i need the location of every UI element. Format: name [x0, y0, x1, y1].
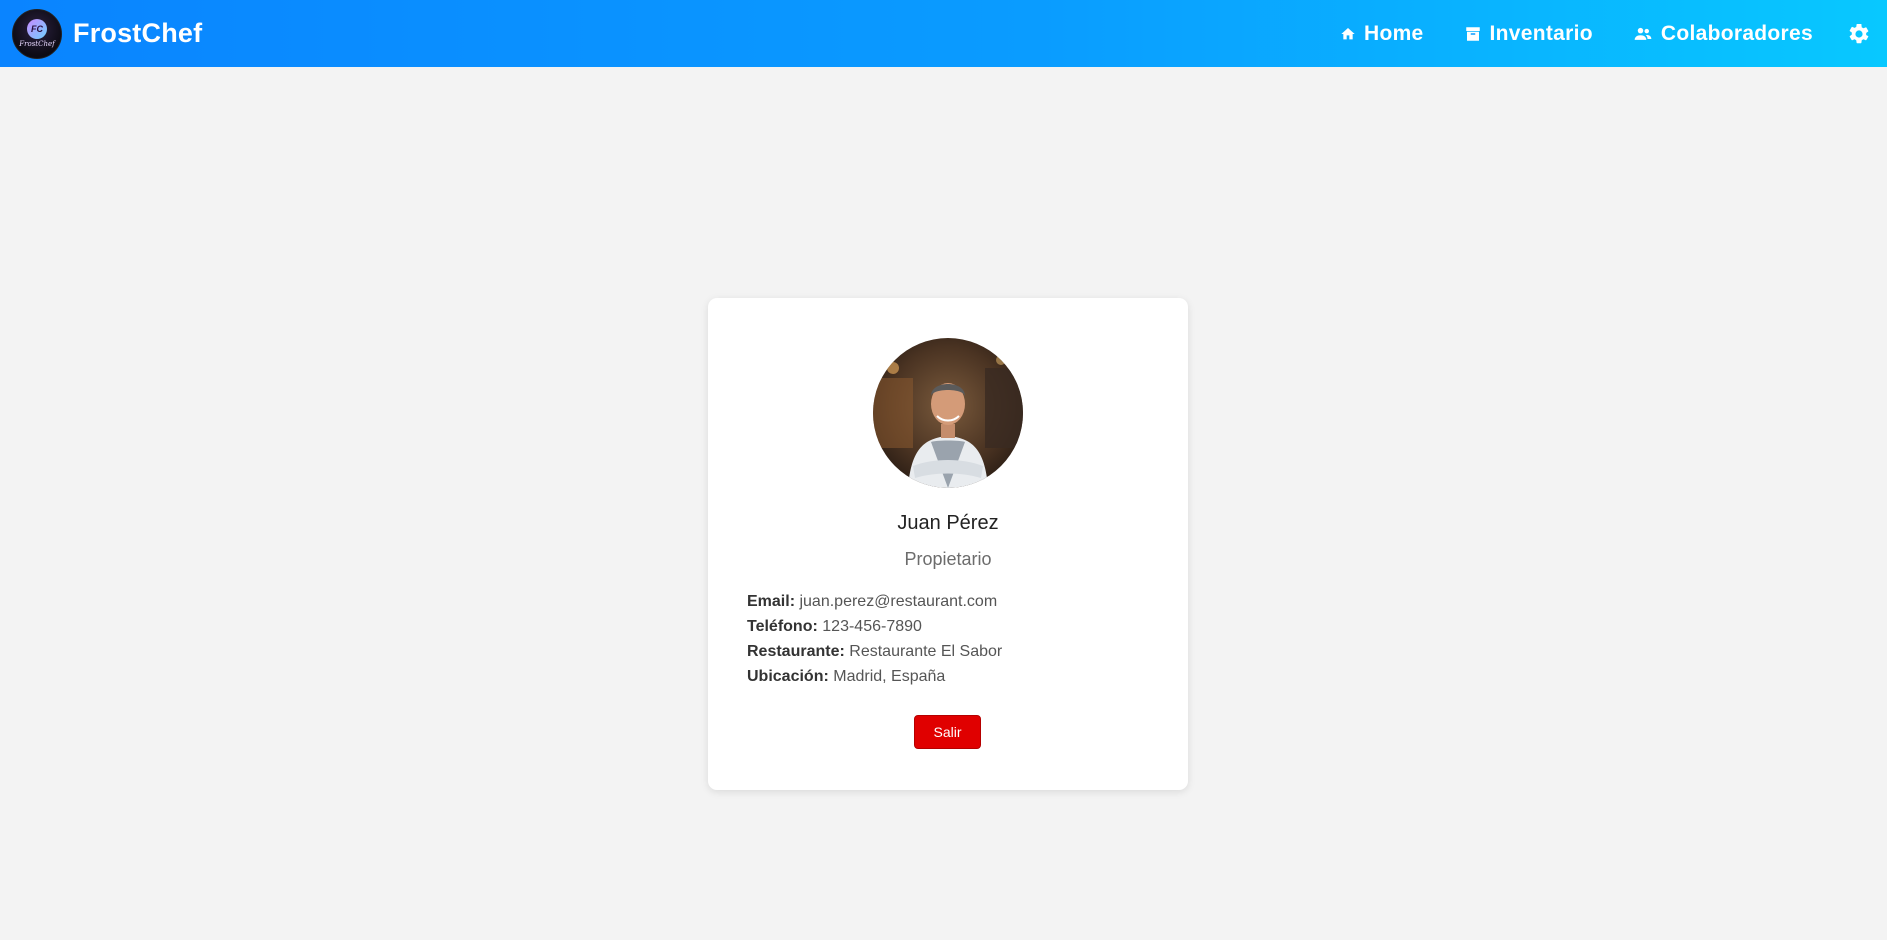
- chef-portrait-image: [873, 338, 1023, 488]
- frostchef-logo[interactable]: FC FrostChef: [12, 8, 62, 59]
- brand[interactable]: FC FrostChef FrostChef: [12, 8, 202, 59]
- profile-card: Juan Pérez Propietario Email: juan.perez…: [708, 298, 1188, 790]
- detail-phone-label: Teléfono:: [747, 618, 818, 635]
- archive-icon: [1465, 26, 1480, 41]
- profile-name: Juan Pérez: [897, 512, 999, 534]
- nav-home-link[interactable]: Home: [1340, 22, 1424, 46]
- detail-email-value: juan.perez@restaurant.com: [799, 593, 998, 610]
- detail-restaurant-value: Restaurante El Sabor: [849, 643, 1003, 660]
- home-icon: [1341, 27, 1355, 39]
- profile-details: Email: juan.perez@restaurant.com Teléfon…: [747, 589, 1002, 689]
- nav-links: Home Inventario Colaboradores: [1340, 0, 1887, 67]
- nav-inventario-link[interactable]: Inventario: [1464, 22, 1593, 46]
- detail-location: Ubicación: Madrid, España: [747, 664, 1002, 689]
- profile-role: Propietario: [904, 549, 992, 569]
- detail-phone: Teléfono: 123-456-7890: [747, 614, 1002, 639]
- chef-avatar: [873, 338, 1023, 488]
- logo-text: FrostChef: [19, 40, 55, 48]
- detail-email: Email: juan.perez@restaurant.com: [747, 589, 1002, 614]
- detail-phone-value: 123-456-7890: [822, 618, 922, 635]
- detail-location-value: Madrid, España: [833, 668, 946, 685]
- gear-icon: [1849, 23, 1869, 43]
- people-icon: [1634, 27, 1652, 40]
- logo-mark: FC: [27, 19, 47, 39]
- nav-colaboradores-link[interactable]: Colaboradores: [1633, 22, 1813, 46]
- top-navbar: FC FrostChef FrostChef Home Inventario C…: [0, 0, 1887, 67]
- detail-restaurant: Restaurante: Restaurante El Sabor: [747, 639, 1002, 664]
- detail-location-label: Ubicación:: [747, 668, 829, 685]
- detail-email-label: Email:: [747, 593, 796, 610]
- detail-restaurant-label: Restaurante:: [747, 643, 845, 660]
- logout-button[interactable]: Salir: [914, 715, 981, 749]
- brand-name[interactable]: FrostChef: [73, 18, 202, 49]
- nav-home-label: Home: [1363, 21, 1424, 45]
- nav-inventario-label: Inventario: [1489, 21, 1593, 45]
- settings-button[interactable]: [1847, 22, 1871, 46]
- nav-colaboradores-label: Colaboradores: [1660, 21, 1813, 45]
